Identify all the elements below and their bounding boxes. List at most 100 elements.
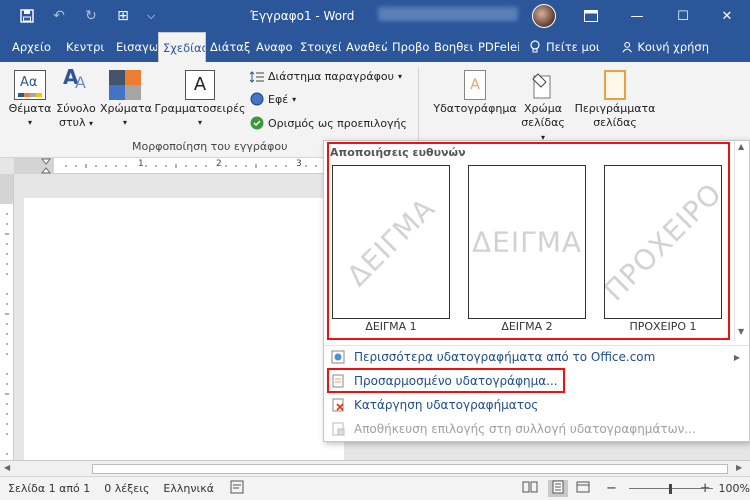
status-bar: Σελίδα 1 από 1 0 λέξεις Ελληνικά − + 100… [0, 476, 750, 500]
tab-view[interactable]: Προβο [388, 32, 430, 62]
watermark-preview-text: ΔΕΙΓΜΑ [340, 191, 442, 293]
ruler-mark-1: 1 [138, 159, 144, 169]
ribbon-display-options-icon[interactable] [568, 0, 614, 32]
page-color-label-1: Χρώμα [524, 102, 562, 115]
custom-watermark-item[interactable]: Προσαρμοσμένο υδατογράφημα... [328, 370, 746, 392]
group-separator [418, 68, 419, 150]
tab-insert[interactable]: Εισαγω [112, 32, 158, 62]
maximize-button[interactable]: ☐ [660, 0, 706, 32]
word-window: { "titlebar": {"title": "Έγγραφο1 - Word… [0, 0, 750, 500]
tab-help[interactable]: Βοηθει [430, 32, 474, 62]
tab-file[interactable]: Αρχείο [0, 32, 62, 62]
watermark-option-draft-1[interactable]: ΠΡΟΧΕΙΡΟ [604, 165, 722, 319]
group-label-document-formatting: Μορφοποίηση του εγγράφου [132, 140, 288, 153]
custom-watermark-icon [330, 373, 346, 389]
page-borders-label-1: Περιγράμματα [574, 102, 656, 115]
custom-watermark-label: Προσαρμοσμένο υδατογράφημα... [354, 374, 558, 388]
tab-references[interactable]: Αναφο [252, 32, 296, 62]
web-layout-icon[interactable] [576, 480, 590, 497]
effects-icon [250, 92, 264, 106]
more-watermarks-label: Περισσότερα υδατογραφήματα από το Office… [354, 350, 656, 364]
watermark-label: Υδατογράφημα [433, 102, 517, 115]
title-bar: ↶ ↻ ⊞ ⌵ Έγγραφο1 - Word — ☐ ✕ [0, 0, 750, 32]
ruler-mark-2: 2 [216, 159, 222, 169]
word-count[interactable]: 0 λέξεις [104, 482, 149, 495]
read-mode-icon[interactable] [522, 480, 538, 497]
watermark-option-sample-2[interactable]: ΔΕΙΓΜΑ [468, 165, 586, 319]
save-icon[interactable] [14, 0, 40, 32]
ribbon-tabs: Αρχείο Κεντρι Εισαγω Σχεδίασ Διάταξ Αναφ… [0, 32, 750, 62]
page-count[interactable]: Σελίδα 1 από 1 [8, 482, 90, 495]
remove-watermark-item[interactable]: Κατάργηση υδατογραφήματος [328, 394, 746, 416]
zoom-out-button[interactable]: − [606, 481, 617, 496]
gallery-scrollbar[interactable]: ▲ ▼ [734, 141, 749, 341]
gallery-header-disclaimers: Αποποιήσεις ευθυνών [330, 146, 466, 159]
watermark-button[interactable]: A Υδατογράφημα [430, 70, 520, 116]
zoom-in-button[interactable]: + [700, 481, 711, 496]
scroll-right-icon[interactable]: ▶ [736, 463, 742, 472]
minimize-button[interactable]: — [614, 0, 660, 32]
account-name[interactable] [378, 7, 518, 21]
page-borders-button[interactable]: Περιγράμματα σελίδας [572, 70, 658, 130]
watermark-icon: A [464, 70, 486, 100]
colors-label: Χρώματα [100, 102, 152, 115]
document-page[interactable] [24, 198, 344, 478]
horizontal-scroll-thumb[interactable] [92, 464, 728, 474]
tab-mailings[interactable]: Στοιχεί [296, 32, 342, 62]
person-icon [622, 41, 632, 53]
ruler-mark-3: 3 [296, 159, 302, 169]
print-layout-icon[interactable] [547, 480, 568, 497]
colors-icon [109, 70, 141, 100]
touch-mode-icon[interactable]: ⊞ [110, 0, 136, 32]
scroll-left-icon[interactable]: ◀ [4, 463, 10, 472]
horizontal-scrollbar[interactable]: ◀ ▶ [0, 460, 750, 476]
style-set-label-2: στυλ [59, 116, 86, 129]
style-set-label-1: Σύνολο [56, 102, 96, 115]
proofing-icon[interactable] [230, 480, 246, 497]
set-as-default-button[interactable]: Ορισμός ως προεπιλογής [250, 116, 407, 130]
effects-label: Εφέ [268, 92, 289, 106]
themes-button[interactable]: Aα Θέματα ▾ [8, 70, 52, 130]
themes-label: Θέματα [8, 102, 52, 115]
tab-pdfelement[interactable]: PDFelei [474, 32, 520, 62]
paragraph-spacing-label: Διάστημα παραγράφου [268, 70, 395, 83]
tab-home[interactable]: Κεντρι [62, 32, 112, 62]
tell-me-label: Πείτε μοι [546, 40, 600, 54]
undo-icon[interactable]: ↶ [46, 0, 72, 32]
scroll-down-icon[interactable]: ▼ [738, 327, 744, 336]
style-set-button[interactable]: A A Σύνολο στυλ ▾ [54, 65, 98, 131]
page-borders-icon [604, 70, 626, 100]
paint-bucket-icon [530, 70, 556, 100]
watermark-option-sample-1[interactable]: ΔΕΙΓΜΑ [332, 165, 450, 319]
close-button[interactable]: ✕ [704, 0, 750, 32]
customize-qat-icon[interactable]: ⌵ [138, 0, 164, 32]
tab-review[interactable]: Αναθεώ [342, 32, 388, 62]
tab-layout[interactable]: Διάταξ [206, 32, 252, 62]
page-borders-label-2: σελίδας [593, 116, 637, 129]
zoom-slider[interactable] [621, 483, 713, 494]
document-title: Έγγραφο1 - Word [250, 9, 355, 23]
paragraph-spacing-icon [250, 70, 264, 83]
language[interactable]: Ελληνικά [163, 482, 214, 495]
vertical-ruler[interactable] [0, 174, 14, 465]
scroll-up-icon[interactable]: ▲ [738, 142, 744, 151]
lightbulb-icon [530, 40, 540, 53]
page-color-button[interactable]: Χρώμα σελίδας ▾ [518, 70, 568, 145]
paragraph-spacing-button[interactable]: Διάστημα παραγράφου ▾ [250, 70, 402, 83]
fonts-icon: A [185, 70, 215, 100]
tell-me-box[interactable]: Πείτε μοι [520, 32, 618, 62]
redo-icon[interactable]: ↻ [78, 0, 104, 32]
zoom-level[interactable]: 100% [719, 482, 750, 495]
share-button[interactable]: Κοινή χρήση [618, 32, 714, 62]
style-set-icon: A A [63, 65, 86, 92]
save-selection-icon [330, 421, 346, 437]
watermark-option-label: ΔΕΙΓΜΑ 2 [501, 320, 553, 333]
save-selection-item[interactable]: Αποθήκευση επιλογής στη συλλογή υδατογρα… [328, 418, 746, 440]
fonts-button[interactable]: A Γραμματοσειρές ▾ [154, 70, 246, 130]
tab-design[interactable]: Σχεδίασ [158, 32, 206, 62]
check-icon [250, 116, 264, 130]
more-watermarks-item[interactable]: Περισσότερα υδατογραφήματα από το Office… [328, 346, 746, 368]
effects-button[interactable]: Εφέ ▾ [250, 92, 296, 106]
colors-button[interactable]: Χρώματα ▾ [100, 70, 152, 130]
avatar[interactable] [532, 4, 556, 28]
